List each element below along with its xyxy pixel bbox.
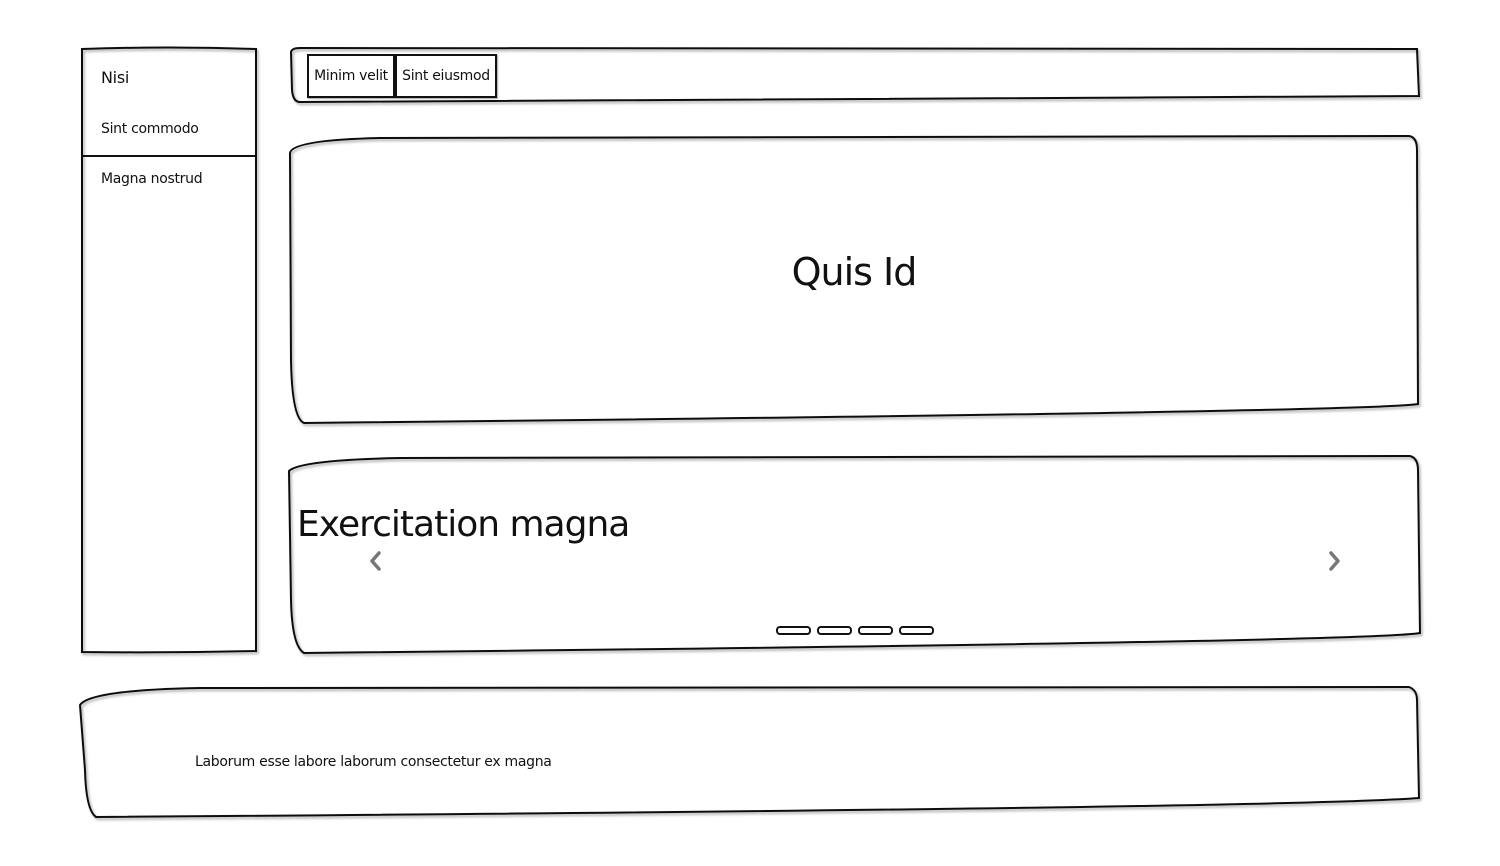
sidebar-item-sint-commodo[interactable]: Sint commodo [101, 121, 199, 137]
sidebar [82, 49, 256, 651]
tab-sint-eiusmod[interactable]: Sint eiusmod [395, 54, 497, 98]
carousel-title: Exercitation magna [297, 504, 630, 545]
footer-panel-outline [78, 685, 1421, 819]
carousel-indicator-dot[interactable] [776, 626, 811, 635]
chevron-right-icon [1329, 551, 1340, 571]
carousel-indicator-dot[interactable] [817, 626, 852, 635]
footer-text: Laborum esse labore laborum consectetur … [195, 754, 552, 770]
carousel-panel-outline [287, 454, 1422, 655]
hero-title: Quis Id [791, 250, 918, 294]
tab-minim-velit[interactable]: Minim velit [307, 54, 395, 98]
carousel-indicator-dot[interactable] [858, 626, 893, 635]
sidebar-divider [82, 155, 255, 157]
chevron-left-icon [370, 551, 381, 571]
sidebar-item-magna-nostrud[interactable]: Magna nostrud [101, 171, 203, 187]
carousel-indicators [776, 626, 934, 638]
carousel-next-button[interactable] [1320, 545, 1348, 577]
carousel-prev-button[interactable] [362, 545, 390, 577]
carousel-indicator-dot[interactable] [899, 626, 934, 635]
sidebar-item-nisi[interactable]: Nisi [101, 68, 129, 87]
